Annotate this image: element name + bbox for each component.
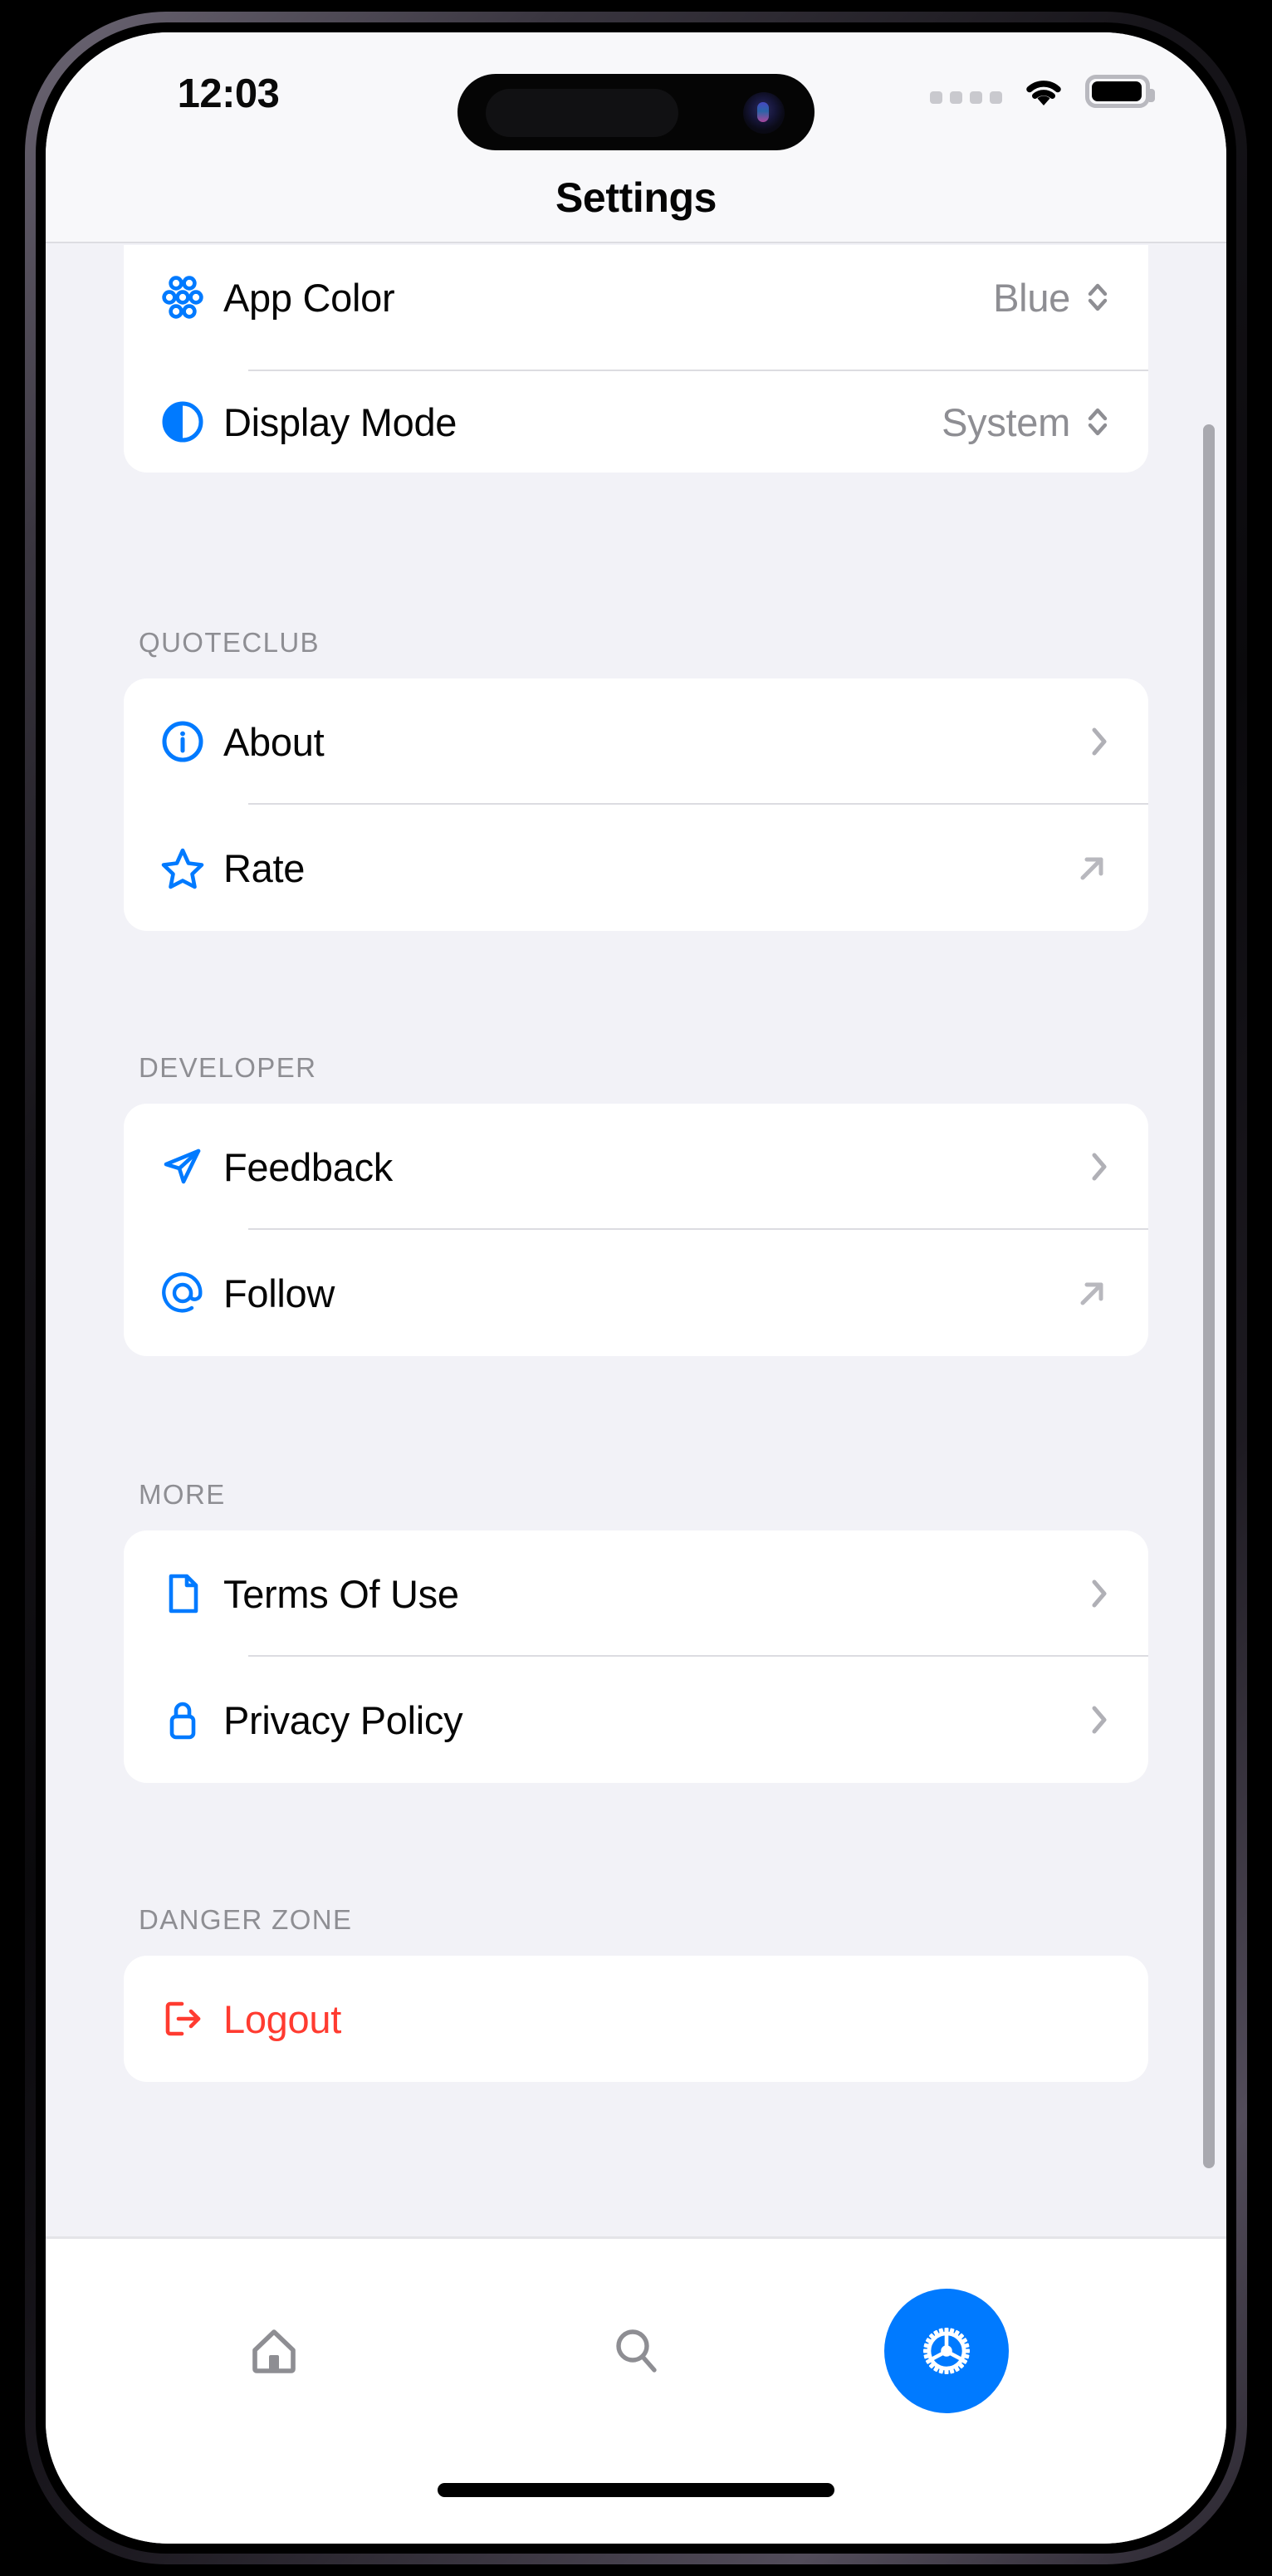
- row-follow[interactable]: Follow: [124, 1230, 1148, 1356]
- row-accessory-feedback: [1087, 1147, 1112, 1187]
- row-label-display-mode: Display Mode: [223, 399, 457, 444]
- row-accessory-follow: [1074, 1274, 1112, 1312]
- gear-icon: [923, 2328, 970, 2374]
- dynamic-island: [457, 74, 815, 150]
- battery-full-icon: [1085, 75, 1155, 108]
- row-accessory-display-mode[interactable]: System: [942, 399, 1112, 445]
- row-label-follow: Follow: [223, 1271, 335, 1315]
- updown-chevron-icon: [1088, 283, 1108, 311]
- chevron-right-icon: [1092, 1579, 1107, 1608]
- row-terms-of-use[interactable]: Terms Of Use: [124, 1530, 1148, 1657]
- settings-card-danger-zone: Logout: [124, 1956, 1148, 2082]
- phone-screen: 12:03 Settings App Color Blue Display Mo…: [46, 32, 1226, 2544]
- row-about[interactable]: About: [124, 678, 1148, 805]
- row-accessory-rate: [1074, 849, 1112, 887]
- nav-header: Settings: [46, 154, 1226, 243]
- chevron-right-icon: [1092, 1153, 1107, 1181]
- vertical-scrollbar[interactable]: [1203, 424, 1215, 2168]
- row-accessory-privacy-policy: [1087, 1700, 1112, 1740]
- paper-plane-icon: [159, 1143, 223, 1191]
- dynamic-island-pill: [486, 89, 678, 137]
- tab-bar: [46, 2236, 1226, 2544]
- row-feedback[interactable]: Feedback: [124, 1104, 1148, 1230]
- row-accessory-terms-of-use: [1087, 1574, 1112, 1614]
- row-label-rate: Rate: [223, 845, 306, 890]
- row-label-privacy-policy: Privacy Policy: [223, 1697, 463, 1742]
- search-icon: [616, 2329, 657, 2373]
- row-accessory-about: [1087, 722, 1112, 762]
- lock-icon: [159, 1696, 223, 1744]
- row-accessory-app-color[interactable]: Blue: [993, 275, 1112, 321]
- row-label-logout: Logout: [223, 1996, 341, 2041]
- tab-settings-active-pill: [884, 2289, 1009, 2413]
- updown-chevron-icon: [1088, 408, 1108, 436]
- status-bar-time: 12:03: [177, 71, 280, 116]
- section-header-danger-zone: DANGER ZONE: [139, 1904, 353, 1935]
- wifi-icon: [1026, 81, 1061, 105]
- settings-card-quoteclub: About Rate: [124, 678, 1148, 931]
- row-label-terms-of-use: Terms Of Use: [223, 1571, 459, 1616]
- row-display-mode[interactable]: Display Mode System: [124, 371, 1148, 473]
- tab-settings[interactable]: [883, 2287, 1010, 2415]
- status-bar: 12:03: [46, 32, 1226, 154]
- section-header-quoteclub: QUOTECLUB: [139, 627, 320, 658]
- row-label-feedback: Feedback: [223, 1144, 394, 1189]
- settings-scroll-area[interactable]: App Color Blue Display Mode System QUOTE…: [46, 245, 1226, 2236]
- half-circle-contrast-icon: [159, 398, 223, 446]
- chevron-right-icon: [1092, 1706, 1107, 1734]
- tab-home[interactable]: [212, 2297, 336, 2405]
- row-label-app-color: App Color: [223, 275, 395, 320]
- home-indicator: [438, 2483, 834, 2497]
- front-camera-icon: [743, 92, 785, 134]
- settings-card-appearance: App Color Blue Display Mode System: [124, 245, 1148, 473]
- row-value-display-mode: System: [942, 399, 1070, 444]
- info-circle-icon: [159, 717, 223, 766]
- page-title: Settings: [555, 174, 717, 221]
- row-value-app-color: Blue: [993, 275, 1070, 320]
- chevron-right-icon: [1092, 727, 1107, 756]
- row-logout[interactable]: Logout: [124, 1956, 1148, 2082]
- cellular-dots-icon: [930, 91, 1002, 104]
- tab-search[interactable]: [574, 2297, 698, 2405]
- at-sign-icon: [159, 1269, 223, 1317]
- external-link-arrow-icon: [1080, 1282, 1103, 1305]
- logout-arrow-icon: [159, 1995, 223, 2043]
- star-icon: [159, 844, 223, 892]
- settings-card-more: Terms Of Use Privacy Policy: [124, 1530, 1148, 1783]
- settings-card-developer: Feedback Follow: [124, 1104, 1148, 1356]
- document-icon: [159, 1570, 223, 1618]
- color-palette-circles-icon: [159, 273, 223, 321]
- home-icon: [252, 2329, 296, 2373]
- row-rate[interactable]: Rate: [124, 805, 1148, 931]
- row-app-color[interactable]: App Color Blue: [124, 245, 1148, 371]
- row-privacy-policy[interactable]: Privacy Policy: [124, 1657, 1148, 1783]
- row-label-about: About: [223, 719, 325, 764]
- status-bar-indicators: [930, 74, 1155, 109]
- section-header-more: MORE: [139, 1479, 226, 1510]
- external-link-arrow-icon: [1080, 857, 1103, 880]
- section-header-developer: DEVELOPER: [139, 1052, 317, 1083]
